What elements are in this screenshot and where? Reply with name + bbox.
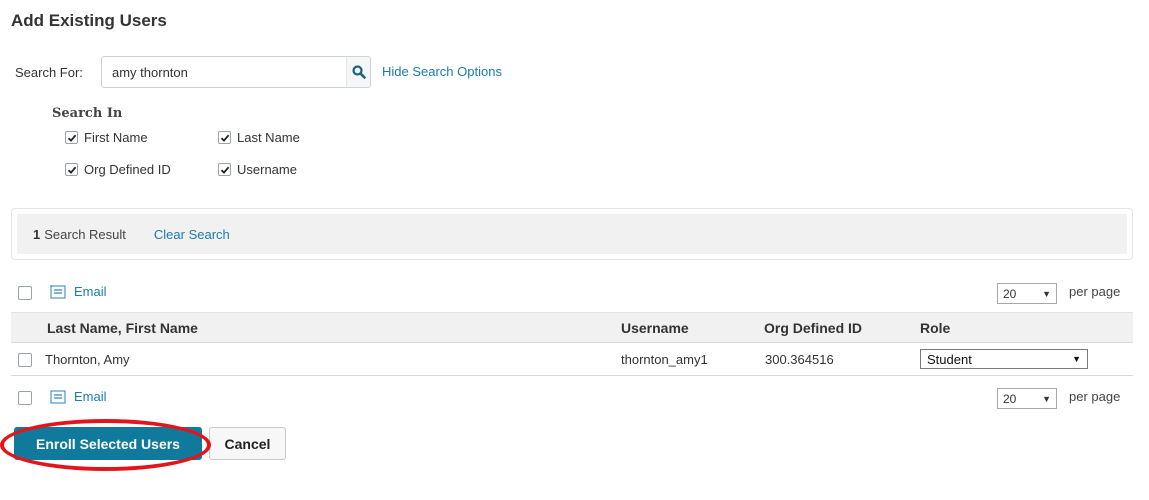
org-defined-id-checkbox[interactable] (65, 163, 78, 176)
first-name-label: First Name (84, 130, 148, 145)
column-header-name[interactable]: Last Name, First Name (47, 320, 198, 336)
per-page-label-top: per page (1069, 284, 1121, 299)
search-button[interactable] (346, 57, 370, 87)
per-page-select-top[interactable]: 20 ▼ (997, 283, 1057, 304)
row-select-checkbox[interactable] (18, 353, 32, 367)
table-row: Thornton, Amy thornton_amy1 300.364516 S… (11, 343, 1133, 376)
first-name-checkbox[interactable] (65, 131, 78, 144)
hide-search-options-link[interactable]: Hide Search Options (382, 64, 502, 79)
results-count-label: Search Result (44, 226, 126, 242)
search-input[interactable] (102, 57, 346, 87)
user-org-id: 300.364516 (765, 352, 834, 367)
last-name-checkbox[interactable] (218, 131, 231, 144)
email-list-icon (50, 284, 66, 298)
search-icon (351, 65, 366, 79)
enroll-selected-users-button[interactable]: Enroll Selected Users (14, 427, 202, 460)
per-page-label-bottom: per page (1069, 389, 1121, 404)
username-label: Username (237, 162, 297, 177)
search-box (101, 56, 371, 88)
user-username: thornton_amy1 (621, 352, 708, 367)
per-page-value-top: 20 (1003, 286, 1017, 301)
select-all-checkbox-top[interactable] (18, 286, 32, 300)
table-header: Last Name, First Name Username Org Defin… (11, 312, 1133, 343)
email-list-icon (50, 390, 66, 403)
chevron-down-icon: ▼ (1042, 288, 1051, 299)
option-first-name[interactable]: First Name (65, 130, 148, 145)
role-select[interactable]: Student ▼ (920, 349, 1088, 369)
search-for-label: Search For: (15, 65, 83, 80)
option-username[interactable]: Username (218, 162, 297, 177)
last-name-label: Last Name (237, 130, 300, 145)
page-title: Add Existing Users (11, 11, 167, 30)
email-button-bottom[interactable]: Email (50, 389, 107, 404)
chevron-down-icon: ▼ (1042, 393, 1051, 404)
select-all-checkbox-bottom[interactable] (18, 391, 32, 405)
search-in-heading: Search In (52, 106, 123, 121)
option-last-name[interactable]: Last Name (218, 130, 300, 145)
email-label-bottom: Email (74, 389, 107, 404)
email-button-top[interactable]: Email (50, 284, 107, 299)
chevron-down-icon: ▼ (1072, 354, 1081, 364)
cancel-button[interactable]: Cancel (209, 427, 286, 460)
column-header-org-id[interactable]: Org Defined ID (764, 320, 862, 336)
search-results-panel: 1 Search Result Clear Search (11, 208, 1133, 260)
per-page-value-bottom: 20 (1003, 391, 1017, 406)
role-value: Student (927, 351, 972, 367)
option-org-defined-id[interactable]: Org Defined ID (65, 162, 171, 177)
org-defined-id-label: Org Defined ID (84, 162, 171, 177)
user-name: Thornton, Amy (45, 352, 130, 367)
email-label-top: Email (74, 284, 107, 299)
results-count: 1 (33, 226, 41, 242)
clear-search-link[interactable]: Clear Search (154, 227, 230, 242)
per-page-select-bottom[interactable]: 20 ▼ (997, 388, 1057, 409)
column-header-role: Role (920, 320, 951, 336)
username-checkbox[interactable] (218, 163, 231, 176)
column-header-username[interactable]: Username (621, 320, 689, 336)
